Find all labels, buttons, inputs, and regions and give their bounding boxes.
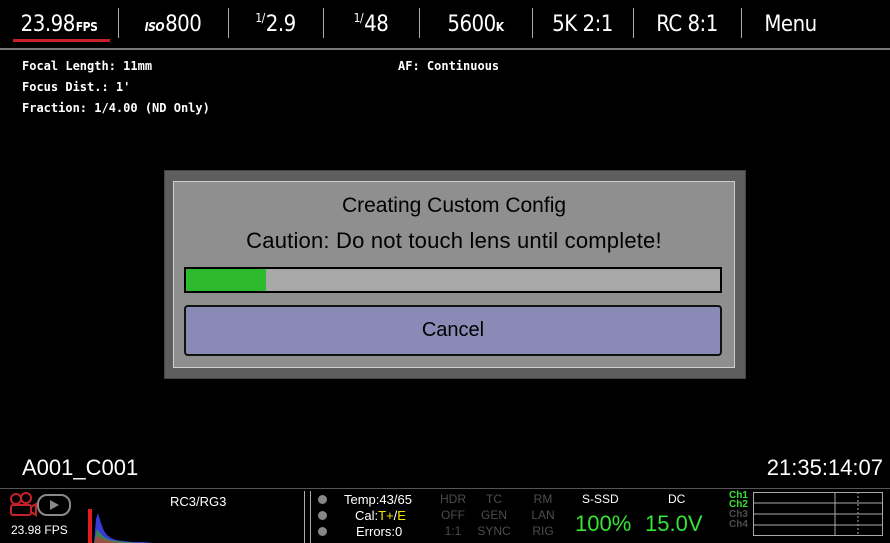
kelvin-value: 5600 [447, 11, 496, 37]
shutter-value: 48 [364, 11, 389, 37]
media-remaining: 100% [575, 511, 632, 536]
white-balance-button[interactable]: 5600 K [419, 0, 532, 48]
shutter-button[interactable]: 1/48 [323, 0, 419, 48]
aperture-prefix: 1/ [255, 11, 265, 25]
playback-icon[interactable] [37, 494, 71, 516]
iso-button[interactable]: ISO 800 [118, 0, 228, 48]
iso-prefix: ISO [144, 20, 165, 34]
bottom-fps: 23.98 FPS [11, 523, 68, 537]
menu-button[interactable]: Menu [741, 0, 840, 48]
dialog-title: Creating Custom Config [341, 194, 567, 217]
focus-distance-text: Focus Dist.: 1' [22, 80, 131, 94]
calibration: Cal:T+/E [355, 509, 406, 522]
status-dot [318, 527, 327, 536]
power-label: DC [668, 492, 686, 506]
shutter-prefix: 1/ [353, 11, 364, 25]
af-mode-text: AF: Continuous [398, 59, 500, 73]
cal-prefix: Cal: [355, 508, 379, 523]
media-label: S-SSD [582, 492, 619, 506]
status-dot [318, 511, 327, 520]
bottom-divider [304, 491, 305, 543]
cancel-button[interactable]: Cancel [184, 305, 722, 356]
dialog-message: Caution: Do not touch lens until complet… [246, 228, 662, 253]
fps-button[interactable]: 23.98 FPS [0, 0, 118, 48]
cal-t: T+ [378, 508, 394, 523]
hdr-label: HDR [440, 492, 466, 506]
histogram-title: RC3/RG3 [170, 494, 227, 509]
aperture-button[interactable]: 1/2.9 [228, 0, 323, 48]
rm-lan: LAN [531, 508, 555, 522]
aperture-value: 2.9 [265, 11, 296, 37]
audio-ch2: Ch2 [729, 499, 748, 510]
power-voltage: 15.0V [645, 511, 703, 536]
format-value: 5K 2:1 [552, 11, 613, 37]
format-button[interactable]: 5K 2:1 [532, 0, 633, 48]
temperature: Temp:43/65 [344, 492, 412, 507]
clip-name: A001_C001 [22, 455, 139, 480]
tc-label: TC [486, 492, 502, 506]
audio-ch3: Ch3 [729, 509, 748, 520]
progress-bar [184, 267, 722, 293]
focal-length-text: Focal Length: 11mm [22, 59, 153, 73]
histogram-clip-left [88, 509, 92, 543]
progress-fill [186, 269, 267, 291]
rm-rig: RIG [532, 524, 554, 538]
audio-ch4: Ch4 [729, 519, 748, 530]
menu-label: Menu [764, 11, 817, 37]
hdr-value: OFF [441, 508, 465, 522]
tc-gen: GEN [480, 508, 507, 522]
fraction-text: Fraction: 1/4.00 (ND Only) [22, 101, 210, 115]
compression-button[interactable]: RC 8:1 [633, 0, 741, 48]
kelvin-unit: K [495, 20, 504, 34]
iso-value: 800 [165, 11, 202, 37]
cal-e: E [397, 508, 406, 523]
histogram [88, 509, 153, 543]
timecode: 21:35:14:07 [766, 455, 883, 480]
rm-label: RM [533, 492, 553, 506]
fps-value: 23.98 [20, 11, 76, 37]
tc-sync: SYNC [477, 524, 511, 538]
camera-icon [10, 492, 37, 517]
errors: Errors:0 [356, 524, 403, 539]
fps-record-indicator [13, 39, 110, 42]
audio-meters [753, 492, 883, 536]
compression-value: RC 8:1 [656, 11, 718, 37]
bottom-divider [310, 491, 311, 543]
aspect-ratio: 1:1 [444, 524, 462, 538]
fps-unit: FPS [75, 20, 98, 34]
status-dot [318, 495, 327, 504]
top-status-bar: 23.98 FPS ISO 800 1/2.9 1/48 5600 K 5K 2:1 … [0, 0, 890, 50]
